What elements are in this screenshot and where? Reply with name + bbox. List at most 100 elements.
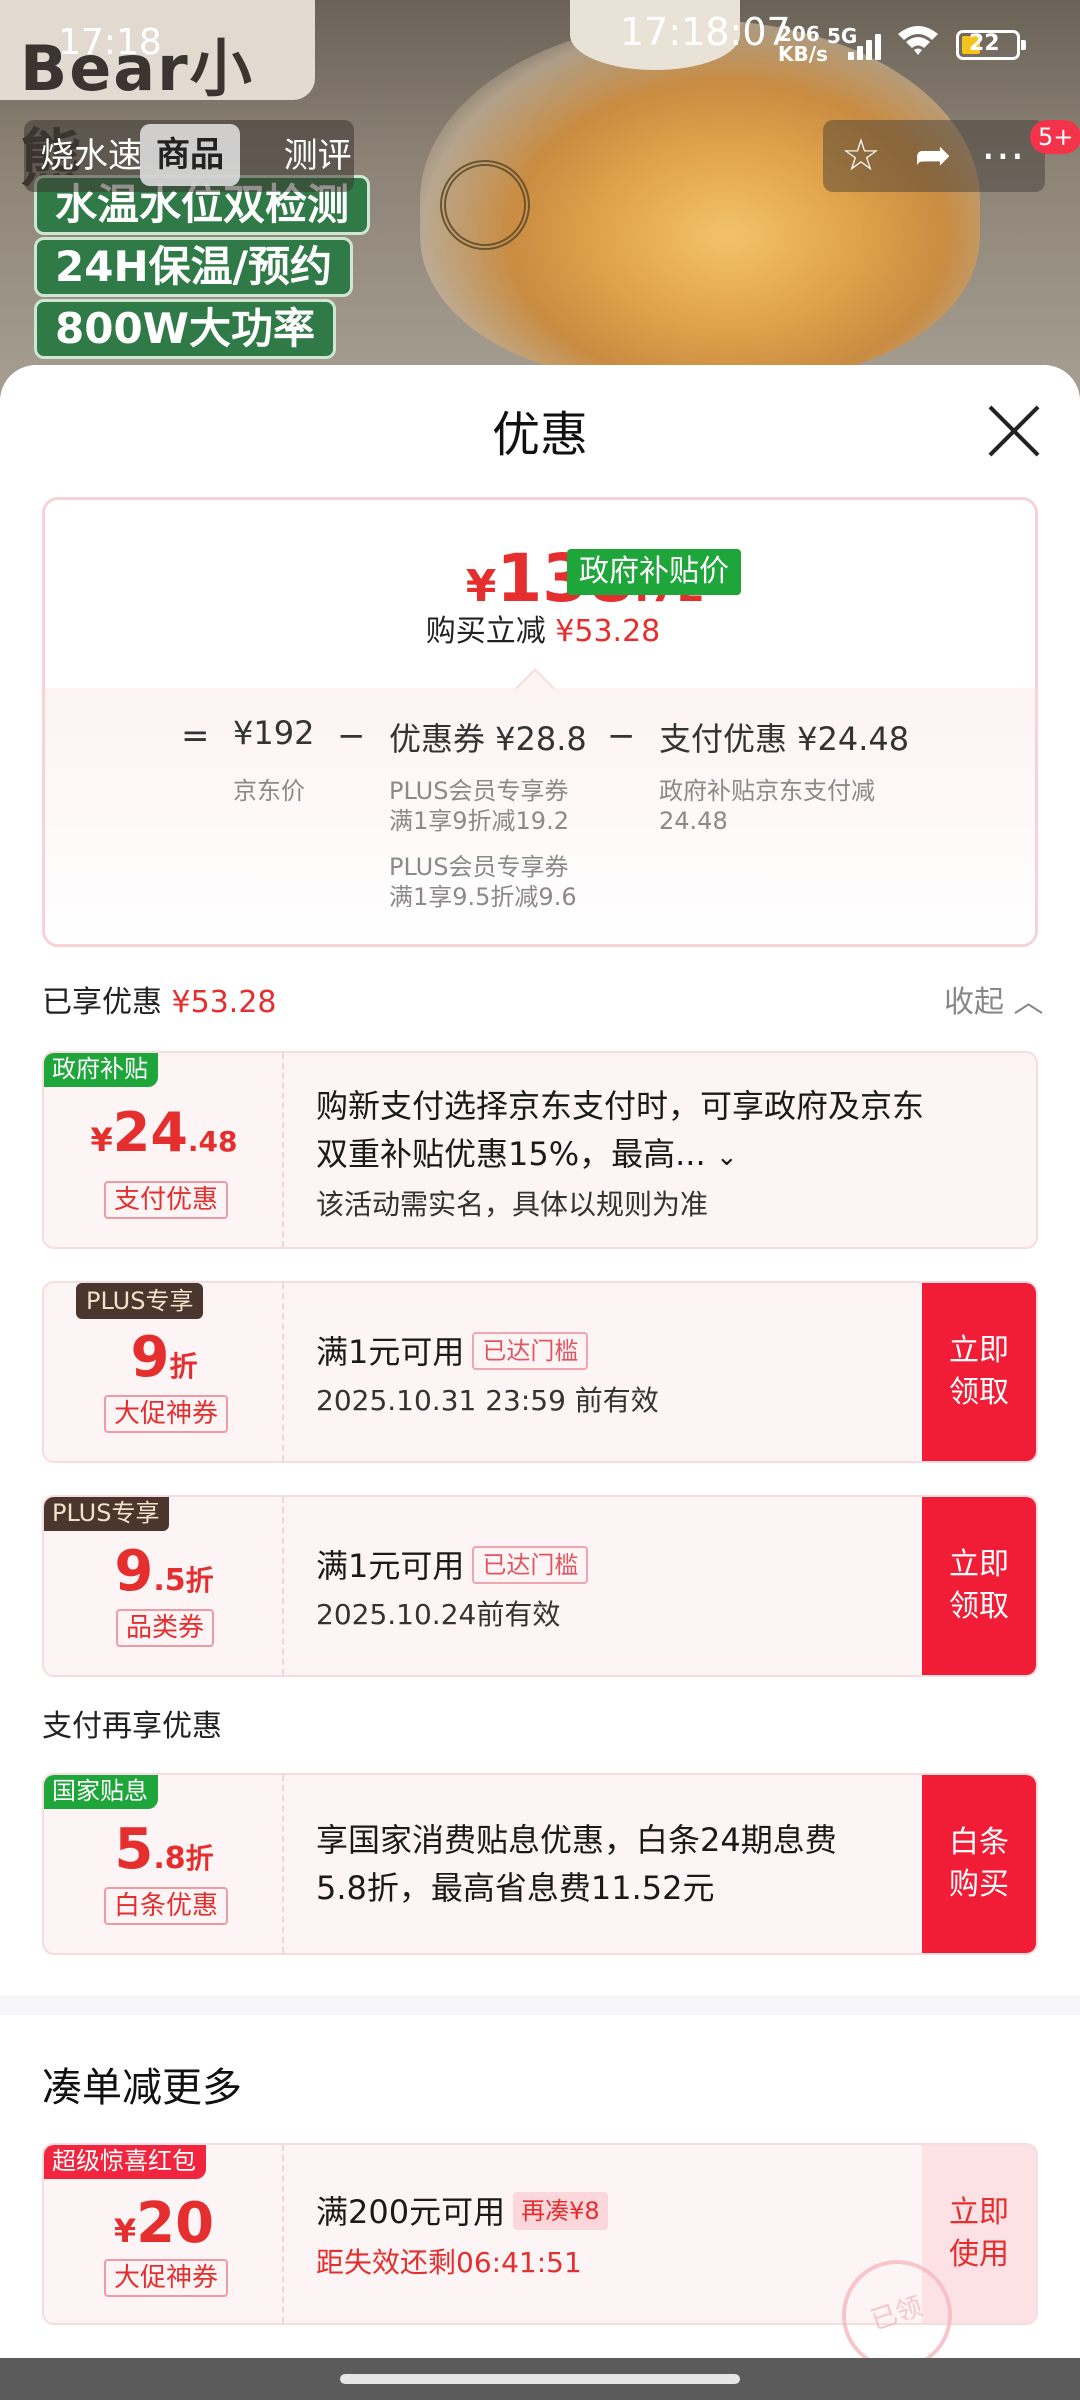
- net-speed-value: 206: [778, 22, 820, 46]
- coupon-tag: 国家贴息: [44, 1775, 158, 1809]
- coupon-note-line: PLUS会员专享券: [389, 777, 569, 805]
- gov-subsidy-tag: 政府补贴价: [567, 549, 741, 595]
- battery-icon: 22: [956, 30, 1026, 60]
- claim-button[interactable]: 立即 领取: [922, 1283, 1036, 1461]
- reduce-line: 购买立减 ¥53.28: [45, 606, 1035, 650]
- status-bar: 17:18 17:18:07 206 KB/s 5G 22: [0, 0, 1080, 90]
- coupon-desc-text: 满1元可用: [316, 1547, 465, 1585]
- section-divider: [0, 1995, 1080, 2015]
- battery-cap: [1021, 40, 1026, 50]
- coupon-tag: 超级惊喜红包: [44, 2145, 206, 2179]
- coupon-desc-expand[interactable]: 双重补贴优惠15%，最高... ⌄: [316, 1129, 738, 1175]
- coupon-expiry: 2025.10.31 23:59 前有效: [316, 1384, 659, 1417]
- net-speed: 206 KB/s: [778, 24, 828, 64]
- coupon-note: PLUS会员专享券 满1享9.5折减9.6: [389, 852, 577, 912]
- coupon-desc: 满1元可用 已达门槛: [316, 1327, 589, 1373]
- coupon-desc-line: 双重补贴优惠15%，最高...: [316, 1135, 706, 1173]
- coupon-note-line: 满1享9折减19.2: [389, 807, 569, 835]
- minus-sign: −: [337, 716, 366, 756]
- coupon-value: 9.5折: [44, 1539, 284, 1604]
- price-summary-card: ¥138.72 政府补贴价 购买立减 ¥53.28 = ¥192 − 优惠券 ¥…: [42, 497, 1038, 947]
- value-suffix: 折: [169, 1350, 198, 1383]
- more-icon[interactable]: ⋯: [977, 130, 1029, 182]
- value-main: 9: [130, 1325, 170, 1390]
- coupon-tag: PLUS专享: [44, 1497, 170, 1531]
- pay-note-line: 24.48: [659, 807, 728, 835]
- use-now-label: 立即 使用: [949, 2195, 1009, 2272]
- value-decimal: .5: [153, 1563, 186, 1598]
- home-indicator[interactable]: [340, 2374, 740, 2384]
- kettle-coil: [440, 160, 530, 250]
- coupon-desc-text: 满1元可用: [316, 1333, 465, 1371]
- pay-note: 政府补贴京东支付减 24.48: [659, 776, 875, 836]
- wifi-icon: [896, 22, 940, 65]
- feature-tag: 800W大功率: [34, 299, 336, 359]
- coupon-desc: 满200元可用 再凑¥8: [316, 2187, 608, 2233]
- coupon-desc: 购新支付选择京东支付时，可享政府及京东: [316, 1087, 925, 1125]
- signal-icon: [848, 30, 888, 60]
- coupon-tag: 政府补贴: [44, 1053, 158, 1087]
- collapse-label: 收起: [944, 985, 1004, 1020]
- coupon-interest-subsidy[interactable]: 国家贴息 5.8折 白条优惠 享国家消费贴息优惠，白条24期息费 5.8折，最高…: [42, 1773, 1038, 1955]
- coupon-plus-9[interactable]: PLUS专享 9折 大促神券 满1元可用 已达门槛 2025.10.31 23:5…: [42, 1281, 1038, 1463]
- more-section-title: 凑单减更多: [42, 2065, 242, 2111]
- tab-review[interactable]: 测评: [284, 136, 352, 176]
- status-clock: 17:18:07: [620, 10, 791, 54]
- coupon-note-line: 满1享9.5折减9.6: [389, 883, 577, 911]
- equals-sign: =: [181, 716, 210, 756]
- coupon-sub: 该活动需实名，具体以规则为准: [316, 1188, 709, 1221]
- value-prefix: ¥: [90, 1121, 113, 1159]
- coupon-countdown: 距失效还剩06:41:51: [316, 2246, 582, 2279]
- value-main: 9: [114, 1539, 154, 1604]
- tab-product[interactable]: 商品: [140, 124, 240, 186]
- reduce-amount: ¥53.28: [555, 614, 661, 649]
- net-speed-unit: KB/s: [778, 42, 828, 66]
- coupon-tag: PLUS专享: [76, 1283, 204, 1319]
- tab-left[interactable]: 烧水速: [40, 136, 142, 176]
- base-price-label: 京东价: [233, 777, 305, 805]
- value-prefix: ¥: [113, 2212, 137, 2250]
- coupon-note: PLUS会员专享券 满1享9折减19.2: [389, 776, 569, 836]
- discount-sheet: 优惠 ¥138.72 政府补贴价 购买立减 ¥53.28 = ¥192 − 优惠…: [0, 365, 1080, 2400]
- baitiao-buy-label: 白条 购买: [949, 1825, 1009, 1902]
- value-suffix: 折: [185, 1842, 214, 1875]
- coupon-value: ¥24.48: [44, 1101, 284, 1164]
- chevron-down-icon: ⌄: [715, 1142, 738, 1172]
- coupon-type: 品类券: [116, 1609, 215, 1647]
- threshold-reached-badge: 已达门槛: [472, 1332, 589, 1370]
- claim-button-label: 立即 领取: [949, 1333, 1009, 1410]
- claim-button[interactable]: 立即 领取: [922, 1497, 1036, 1675]
- value-main: 20: [136, 2191, 215, 2256]
- message-badge: 5+: [1030, 120, 1080, 154]
- collapse-button[interactable]: 收起 ︿: [944, 977, 1044, 1021]
- coupon-type: 大促神券: [104, 2259, 229, 2297]
- coupon-value: ¥20: [44, 2191, 284, 2256]
- enjoyed-amount: ¥53.28: [171, 985, 277, 1020]
- action-group: ☆ ➦ ⋯: [823, 120, 1045, 192]
- enjoyed-label: 已享优惠: [42, 985, 162, 1020]
- coupon-value: 9折: [44, 1325, 284, 1390]
- value-suffix: 折: [185, 1564, 214, 1597]
- value-suffix: .48: [187, 1125, 238, 1158]
- chevron-up-icon: ︿: [1013, 985, 1044, 1020]
- coupon-desc: 满1元可用 已达门槛: [316, 1541, 589, 1587]
- coupon-gov-subsidy[interactable]: 政府补贴 ¥24.48 支付优惠 购新支付选择京东支付时，可享政府及京东 双重补…: [42, 1051, 1038, 1249]
- coupon-desc-text: 满200元可用: [316, 2193, 506, 2231]
- share-icon[interactable]: ➦: [907, 130, 959, 182]
- threshold-reached-badge: 已达门槛: [472, 1546, 589, 1584]
- coupon-plus-9-5[interactable]: PLUS专享 9.5折 品类券 满1元可用 已达门槛 2025.10.24前有效 …: [42, 1495, 1038, 1677]
- price-currency: ¥: [465, 561, 497, 612]
- value-decimal: .8: [153, 1841, 186, 1876]
- reduce-label: 购买立减: [425, 614, 546, 649]
- coupon-desc: 享国家消费贴息优惠，白条24期息费: [316, 1821, 837, 1859]
- close-button[interactable]: [984, 401, 1044, 461]
- sheet-title: 优惠: [491, 407, 588, 463]
- pay-note-line: 政府补贴京东支付减: [659, 777, 875, 805]
- baitiao-buy-button[interactable]: 白条 购买: [922, 1775, 1036, 1953]
- battery-level: 22: [969, 31, 1000, 56]
- coupon-desc: 5.8折，最高省息费11.52元: [316, 1869, 715, 1907]
- status-time: 17:18: [58, 22, 162, 63]
- coupon-value: 5.8折: [44, 1817, 284, 1882]
- coupon-type: 白条优惠: [104, 1887, 229, 1925]
- star-icon[interactable]: ☆: [835, 130, 887, 182]
